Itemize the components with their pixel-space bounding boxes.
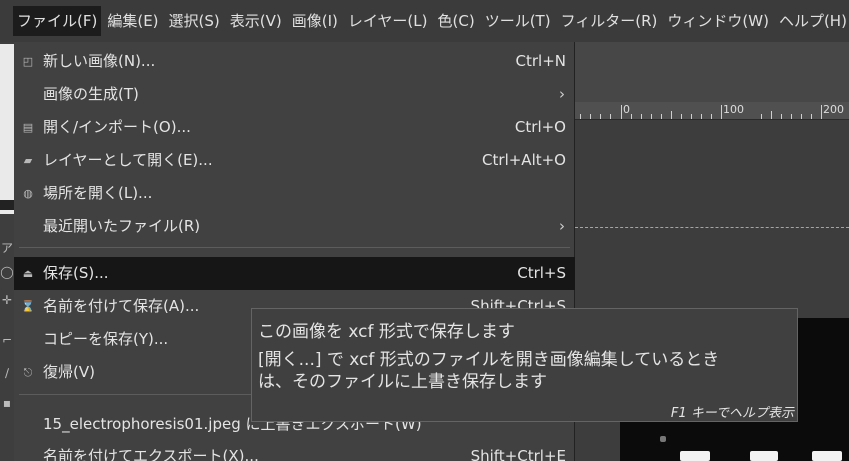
tooltip-line-1: この画像を xcf 形式で保存します xyxy=(258,322,515,342)
layer-boundary xyxy=(575,227,849,228)
menu-item-label: レイヤーとして開く(E)... xyxy=(43,151,213,169)
menu-file[interactable]: ファイル(F) xyxy=(13,6,102,36)
menu-item-open-as-layers[interactable]: ▰ レイヤーとして開く(E)... Ctrl+Alt+O xyxy=(14,144,575,177)
menu-item-shortcut: Shift+Ctrl+E xyxy=(470,447,566,461)
tooltip-help-hint: F1 キーでヘルプ表示 xyxy=(670,406,794,421)
menu-item-export-as[interactable]: 名前を付けてエクスポート(X)... Shift+Ctrl+E xyxy=(14,440,575,461)
menu-view[interactable]: 表示(V) xyxy=(226,6,286,36)
menu-help[interactable]: ヘルプ(H) xyxy=(775,6,849,36)
menu-item-recent[interactable]: 最近開いたファイル(R) › xyxy=(14,210,575,243)
menu-filters[interactable]: フィルター(R) xyxy=(557,6,662,36)
menu-edit[interactable]: 編集(E) xyxy=(103,6,162,36)
menu-item-label: 名前を付けてエクスポート(X)... xyxy=(43,447,259,461)
tooltip-line-3: は、そのファイルに上書き保存します xyxy=(258,372,547,392)
tool-icon[interactable]: ◯ xyxy=(0,264,14,280)
menu-item-shortcut: Ctrl+N xyxy=(515,52,566,70)
smudge-tool-icon[interactable]: ▪ xyxy=(0,395,14,411)
open-location-icon: ◍ xyxy=(23,187,33,200)
menu-layer[interactable]: レイヤー(L) xyxy=(344,6,432,36)
image-thumbnail-dark xyxy=(0,200,14,210)
menu-item-label: 名前を付けて保存(A)... xyxy=(43,297,200,315)
menu-item-new[interactable]: ◰ 新しい画像(N)... Ctrl+N xyxy=(14,45,575,78)
ruler-label: 0 xyxy=(623,103,630,116)
menu-windows[interactable]: ウィンドウ(W) xyxy=(663,6,773,36)
image-thumbnail xyxy=(0,44,14,214)
gel-band xyxy=(750,451,778,461)
save-as-icon: ⌛ xyxy=(21,300,35,313)
menu-select[interactable]: 選択(S) xyxy=(165,6,224,36)
new-image-icon: ◰ xyxy=(22,55,34,68)
menu-separator xyxy=(19,247,570,248)
crop-tool-icon[interactable]: ⌐ xyxy=(0,332,14,348)
menu-item-label: コピーを保存(Y)... xyxy=(43,330,169,348)
submenu-arrow-icon: › xyxy=(559,217,565,235)
gel-band xyxy=(660,436,666,442)
image-tab-bar xyxy=(575,42,849,102)
menu-item-label: 復帰(V) xyxy=(43,363,95,381)
menu-item-label: 開く/インポート(O)... xyxy=(43,118,191,136)
menu-item-open-location[interactable]: ◍ 場所を開く(L)... xyxy=(14,177,575,210)
save-icon: ⏏ xyxy=(22,267,34,280)
menu-item-shortcut: Ctrl+S xyxy=(517,264,566,282)
paint-tool-icon[interactable]: ∕ xyxy=(0,365,14,381)
ruler-label: 200 xyxy=(823,103,844,116)
gel-band xyxy=(680,451,710,461)
menu-item-shortcut: Ctrl+O xyxy=(514,118,566,136)
menu-item-label: 画像の生成(T) xyxy=(43,85,139,103)
menu-item-label: 最近開いたファイル(R) xyxy=(43,217,201,235)
menu-item-shortcut: Ctrl+Alt+O xyxy=(482,151,566,169)
menu-tools[interactable]: ツール(T) xyxy=(481,6,555,36)
menu-item-label: 保存(S)... xyxy=(43,264,109,282)
menu-item-open[interactable]: ▤ 開く/インポート(O)... Ctrl+O xyxy=(14,111,575,144)
menu-item-label: 新しい画像(N)... xyxy=(43,52,156,70)
menubar: ファイル(F) 編集(E) 選択(S) 表示(V) 画像(I) レイヤー(L) … xyxy=(0,0,849,42)
revert-icon: ⎋ xyxy=(23,366,33,379)
open-as-layers-icon: ▰ xyxy=(23,154,33,167)
submenu-arrow-icon: › xyxy=(559,85,565,103)
menu-image[interactable]: 画像(I) xyxy=(288,6,342,36)
menu-item-create[interactable]: 画像の生成(T) › xyxy=(14,78,575,111)
gel-band xyxy=(812,451,842,461)
move-tool-icon[interactable]: ✛ xyxy=(0,292,14,308)
save-tooltip: この画像を xcf 形式で保存します [開く...] で xcf 形式のファイル… xyxy=(251,308,798,422)
open-icon: ▤ xyxy=(22,121,34,134)
menu-item-label: 場所を開く(L)... xyxy=(43,184,153,202)
menu-colors[interactable]: 色(C) xyxy=(434,6,479,36)
horizontal-ruler: 0 100 200 xyxy=(575,102,849,120)
ruler-label: 100 xyxy=(723,103,744,116)
tool-icon[interactable]: ア xyxy=(0,240,14,256)
menu-item-save[interactable]: ⏏ 保存(S)... Ctrl+S xyxy=(14,257,575,290)
